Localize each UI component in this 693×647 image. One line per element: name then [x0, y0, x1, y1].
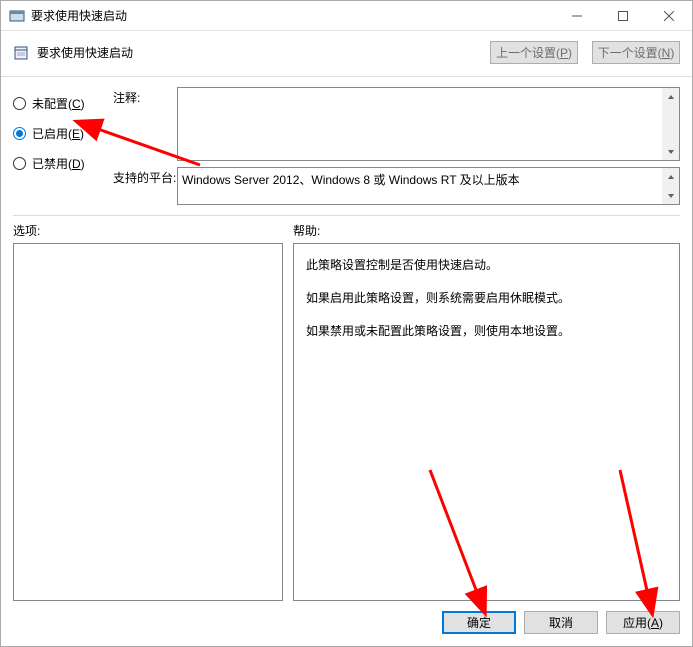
maximize-button[interactable] [600, 1, 646, 31]
comment-field[interactable] [177, 87, 680, 161]
help-label: 帮助: [293, 222, 680, 239]
platform-scrollbar[interactable] [662, 168, 679, 204]
radio-not-configured[interactable]: 未配置(C) [13, 91, 113, 115]
ok-button[interactable]: 确定 [442, 611, 516, 634]
options-panel [13, 243, 283, 601]
comment-scrollbar[interactable] [662, 88, 679, 160]
header-row: 要求使用快速启动 上一个设置(P) 下一个设置(N) [1, 31, 692, 77]
radio-disabled[interactable]: 已禁用(D) [13, 151, 113, 175]
footer: 确定 取消 应用(A) [1, 601, 692, 646]
apply-button[interactable]: 应用(A) [606, 611, 680, 634]
platform-field: Windows Server 2012、Windows 8 或 Windows … [177, 167, 680, 205]
window-title: 要求使用快速启动 [31, 7, 127, 24]
platform-label: 支持的平台: [113, 167, 177, 186]
divider [13, 215, 680, 216]
help-panel: 此策略设置控制是否使用快速启动。 如果启用此策略设置，则系统需要启用休眠模式。 … [293, 243, 680, 601]
title-bar: 要求使用快速启动 [1, 1, 692, 31]
help-text: 如果启用此策略设置，则系统需要启用休眠模式。 [306, 287, 667, 310]
radio-enabled[interactable]: 已启用(E) [13, 121, 113, 145]
help-text: 如果禁用或未配置此策略设置，则使用本地设置。 [306, 320, 667, 343]
cancel-button[interactable]: 取消 [524, 611, 598, 634]
close-button[interactable] [646, 1, 692, 31]
config-area: 未配置(C) 已启用(E) 已禁用(D) 注释: [1, 77, 692, 209]
options-label: 选项: [13, 222, 293, 239]
policy-icon [13, 45, 29, 61]
scroll-down-icon[interactable] [662, 187, 679, 204]
dialog-window: 要求使用快速启动 要求使用快速启动 上一个设置(P) 下一个设置(N) 未配置(… [0, 0, 693, 647]
radio-group: 未配置(C) 已启用(E) 已禁用(D) [13, 87, 113, 205]
app-icon [9, 8, 25, 24]
next-setting-button[interactable]: 下一个设置(N) [592, 41, 680, 64]
previous-setting-button[interactable]: 上一个设置(P) [490, 41, 578, 64]
help-text: 此策略设置控制是否使用快速启动。 [306, 254, 667, 277]
minimize-button[interactable] [554, 1, 600, 31]
scroll-down-icon[interactable] [662, 143, 679, 160]
scroll-up-icon[interactable] [662, 168, 679, 185]
scroll-up-icon[interactable] [662, 88, 679, 105]
policy-title: 要求使用快速启动 [37, 44, 133, 61]
comment-label: 注释: [113, 87, 177, 106]
